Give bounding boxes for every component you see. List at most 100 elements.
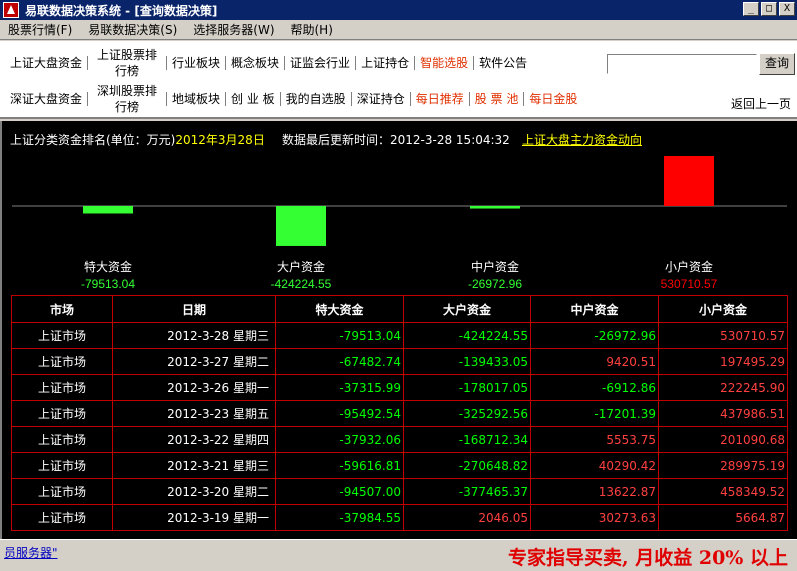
nav-separator (225, 55, 227, 70)
table-cell: -94507.00 (275, 478, 404, 505)
row2-nav-item-2[interactable]: 地域板块 (170, 91, 222, 107)
table-cell: -325292.56 (403, 400, 531, 427)
minimize-button[interactable]: _ (743, 2, 759, 16)
column-header[interactable]: 特大资金 (275, 295, 404, 323)
search-input[interactable] (607, 54, 757, 74)
nav-separator (166, 55, 168, 70)
row1-nav-item-7[interactable]: 软件公告 (477, 55, 529, 71)
main-panel: 上证分类资金排名(单位：万元)2012年3月28日 数据最后更新时间：2012-… (0, 121, 797, 539)
nav-separator (409, 91, 411, 106)
nav-separator (350, 91, 352, 106)
nav-separator (523, 91, 525, 106)
chart-category-label: 大户资金 (277, 259, 325, 274)
table-cell: 上证市场 (11, 374, 113, 401)
row1-nav-item-6[interactable]: 智能选股 (418, 55, 470, 71)
close-button[interactable]: X (779, 2, 795, 16)
row2-nav-item-4[interactable]: 我的自选股 (284, 91, 348, 107)
row2-nav-item-7[interactable]: 股 票 池 (473, 91, 521, 107)
table-row[interactable]: 上证市场 2012-3-19 星期一 -37984.55 2046.05 30273.6… (11, 504, 788, 531)
row2-nav-item-3[interactable]: 创 业 板 (229, 91, 277, 107)
promo-banner[interactable]: 专家指导买卖, 月收益 20% 以上 (508, 543, 788, 570)
nav-separator (284, 55, 286, 70)
update-time: 数据最后更新时间：2012-3-28 15:04:32 (282, 133, 510, 147)
table-cell: -26972.96 (530, 322, 659, 349)
table-cell: 2012-3-26 星期一 (112, 374, 276, 401)
maximize-button[interactable]: □ (761, 2, 777, 16)
nav-panel: 上证大盘资金 上证股票排行榜 行业板块 概念板块 证监会行业 上证持仓 智能选股 软件公告 深… (0, 41, 797, 119)
chart-category-label: 中户资金 (471, 259, 519, 274)
table-cell: -95492.54 (275, 400, 404, 427)
status-bar: 员服务器" 专家指导买卖, 月收益 20% 以上 (0, 539, 797, 571)
ranking-title: 上证分类资金排名(单位：万元)2012年3月28日 (10, 131, 265, 148)
table-row[interactable]: 上证市场 2012-3-23 星期五 -95492.54 -325292.56 -172… (11, 400, 788, 427)
nav-row-1: 上证大盘资金 上证股票排行榜 行业板块 概念板块 证监会行业 上证持仓 智能选股 软件公告 (8, 43, 529, 82)
back-link[interactable]: 返回上一页 (731, 95, 791, 112)
row2-nav-item-6[interactable]: 每日推荐 (414, 91, 466, 107)
table-row[interactable]: 上证市场 2012-3-20 星期二 -94507.00 -377465.37 1362… (11, 478, 788, 505)
menu-stock-quotes[interactable]: 股票行情(F) (0, 21, 80, 38)
table-body: 上证市场 2012-3-28 星期三 -79513.04 -424224.55 -269… (11, 322, 788, 531)
row2-nav-item-5[interactable]: 深证持仓 (355, 91, 407, 107)
nav-separator (414, 55, 416, 70)
table-cell: 上证市场 (11, 348, 113, 375)
search-button[interactable]: 查询 (759, 53, 795, 75)
fund-flow-chart: 特大资金 -79513.04 大户资金 -424224.55 中户资金 -26972.96… (12, 156, 787, 291)
table-row[interactable]: 上证市场 2012-3-28 星期三 -79513.04 -424224.55 -269… (11, 322, 788, 349)
column-header[interactable]: 市场 (11, 295, 113, 323)
table-cell: -139433.05 (403, 348, 531, 375)
title-bar: 易联数据决策系统 - [查询数据决策] _ □ X (0, 0, 797, 20)
table-row[interactable]: 上证市场 2012-3-27 星期二 -67482.74 -139433.05 9420… (11, 348, 788, 375)
table-cell: 2012-3-21 星期三 (112, 452, 276, 479)
table-cell: 13622.87 (530, 478, 659, 505)
row1-nav-item-0[interactable]: 上证大盘资金 (8, 55, 84, 71)
table-cell: -37984.55 (275, 504, 404, 531)
row2-nav-item-0[interactable]: 深证大盘资金 (8, 91, 84, 107)
table-cell: 2012-3-20 星期二 (112, 478, 276, 505)
table-cell: 222245.90 (658, 374, 788, 401)
trend-link[interactable]: 上证大盘主力资金动向 (522, 131, 642, 148)
nav-separator (166, 91, 168, 106)
table-row[interactable]: 上证市场 2012-3-21 星期三 -59616.81 -270648.82 4029… (11, 452, 788, 479)
ranking-date: 2012年3月28日 (175, 133, 265, 147)
table-cell: 201090.68 (658, 426, 788, 453)
table-cell: 458349.52 (658, 478, 788, 505)
column-header[interactable]: 中户资金 (530, 295, 659, 323)
table-cell: 2012-3-28 星期三 (112, 322, 276, 349)
menu-select-server[interactable]: 选择服务器(W) (185, 21, 282, 38)
table-row[interactable]: 上证市场 2012-3-26 星期一 -37315.99 -178017.05 -691… (11, 374, 788, 401)
table-cell: 530710.57 (658, 322, 788, 349)
row1-nav-item-3[interactable]: 概念板块 (229, 55, 281, 71)
column-header[interactable]: 大户资金 (403, 295, 531, 323)
chart-bar (83, 206, 133, 214)
row1-nav-item-1[interactable]: 上证股票排行榜 (91, 47, 163, 79)
column-header[interactable]: 日期 (112, 295, 276, 323)
nav-separator (473, 55, 475, 70)
row1-nav-item-5[interactable]: 上证持仓 (359, 55, 411, 71)
nav-separator (87, 55, 89, 70)
table-cell: 2012-3-23 星期五 (112, 400, 276, 427)
row1-nav-item-2[interactable]: 行业板块 (170, 55, 222, 71)
menu-help[interactable]: 帮助(H) (283, 21, 341, 38)
table-cell: 2012-3-19 星期一 (112, 504, 276, 531)
table-cell: -270648.82 (403, 452, 531, 479)
chart-bar (664, 156, 714, 206)
row1-nav-item-4[interactable]: 证监会行业 (288, 55, 352, 71)
chart-bar (276, 206, 326, 246)
table-cell: 上证市场 (11, 504, 113, 531)
chart-category-label: 小户资金 (665, 259, 713, 274)
table-row[interactable]: 上证市场 2012-3-22 星期四 -37932.06 -168712.34 5553… (11, 426, 788, 453)
row2-nav-item-8[interactable]: 每日金股 (527, 91, 579, 107)
row2-nav-item-1[interactable]: 深圳股票排行榜 (91, 83, 163, 115)
fund-table: 市场 日期 特大资金 大户资金 中户资金 小户资金 上证市场 2012-3-28 星期三 -7… (11, 295, 788, 531)
chart-category-label: 特大资金 (84, 259, 132, 274)
nav-separator (279, 91, 281, 106)
table-cell: -59616.81 (275, 452, 404, 479)
table-cell: 上证市场 (11, 452, 113, 479)
table-header: 市场 日期 特大资金 大户资金 中户资金 小户资金 (11, 295, 788, 323)
server-status[interactable]: 员服务器" (4, 544, 58, 561)
column-header[interactable]: 小户资金 (658, 295, 788, 323)
menu-data-decision[interactable]: 易联数据决策(S) (80, 21, 185, 38)
table-cell: -424224.55 (403, 322, 531, 349)
table-cell: -168712.34 (403, 426, 531, 453)
table-cell: 2046.05 (403, 504, 531, 531)
